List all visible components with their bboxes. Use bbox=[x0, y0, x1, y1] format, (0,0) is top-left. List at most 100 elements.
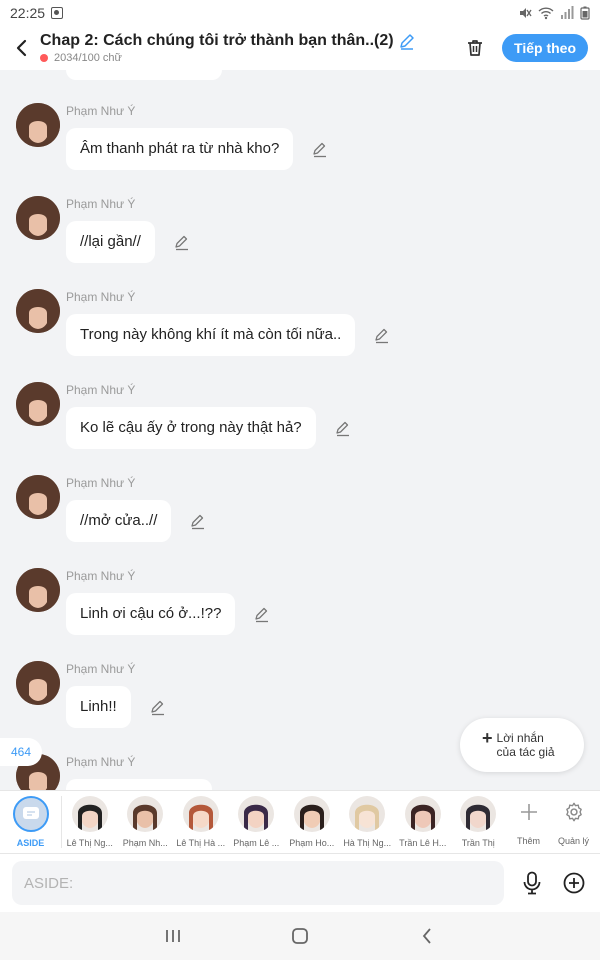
character-item[interactable]: Phạm Lê ... bbox=[229, 796, 285, 848]
sender-name: Phạm Như Ý bbox=[66, 755, 136, 769]
manage-label: Quản lý bbox=[557, 836, 590, 846]
chat-bubble-icon bbox=[22, 807, 39, 819]
chat-message: Phạm Như Ý //lại gần// bbox=[0, 196, 600, 289]
manage-button[interactable]: Quản lý bbox=[551, 796, 596, 846]
character-name: Trần Thị bbox=[461, 838, 495, 848]
chat-message: Phạm Như Ý Ko lẽ cậu ấy ở trong này thật… bbox=[0, 382, 600, 475]
pencil-icon bbox=[313, 142, 327, 158]
message-counter: 464 bbox=[0, 738, 42, 766]
sender-name: Phạm Như Ý bbox=[66, 383, 136, 397]
edit-message-button[interactable] bbox=[311, 140, 329, 158]
input-bar bbox=[0, 854, 600, 912]
edit-message-button[interactable] bbox=[373, 326, 391, 344]
mute-icon bbox=[520, 8, 532, 18]
edit-message-button[interactable] bbox=[334, 419, 352, 437]
character-item[interactable]: Trần Lê H... bbox=[395, 796, 451, 848]
plus-circle-icon bbox=[563, 872, 585, 894]
word-count: 2034/100 chữ bbox=[54, 52, 122, 64]
add-character-label: Thêm bbox=[516, 836, 540, 846]
system-back-button[interactable] bbox=[407, 916, 447, 956]
pencil-icon bbox=[191, 514, 205, 530]
pencil-icon bbox=[255, 607, 269, 623]
character-item[interactable]: Lê Thị Hà ... bbox=[173, 796, 229, 848]
message-bubble[interactable]: Linh!! bbox=[66, 686, 131, 728]
message-bubble[interactable]: Ko lẽ cậu ấy ở trong này thật hả? bbox=[66, 407, 316, 449]
edit-message-button[interactable] bbox=[189, 512, 207, 530]
wifi-icon bbox=[538, 7, 554, 20]
recent-apps-button[interactable] bbox=[153, 916, 193, 956]
character-item[interactable]: Trần Thị bbox=[451, 796, 507, 848]
message-bubble[interactable]: Trong này không khí ít mà còn tối nữa.. bbox=[66, 314, 356, 356]
avatar bbox=[238, 796, 275, 832]
sender-name: Phạm Như Ý bbox=[66, 197, 136, 211]
chat-area[interactable]: Phạm Như Ý Âm thanh phát ra từ nhà kho? … bbox=[0, 70, 600, 790]
status-icons bbox=[518, 6, 590, 20]
pencil-icon bbox=[175, 235, 188, 251]
edit-message-button[interactable] bbox=[253, 605, 271, 623]
status-time: 22:25 bbox=[10, 5, 46, 21]
battery-icon bbox=[580, 6, 590, 20]
chevron-left-icon bbox=[16, 39, 27, 57]
avatar[interactable] bbox=[16, 103, 60, 147]
app-header: Chap 2: Cách chúng tôi trở thành bạn thâ… bbox=[0, 26, 600, 70]
aside-input[interactable] bbox=[12, 861, 504, 905]
message-bubble[interactable]: //lại gần// bbox=[66, 221, 155, 263]
author-note-label-1: Lời nhắn bbox=[496, 731, 544, 745]
chat-message: Phạm Như Ý Trong này không khí ít mà còn… bbox=[0, 289, 600, 382]
avatar bbox=[293, 796, 330, 832]
edit-title-button[interactable] bbox=[398, 32, 416, 50]
character-name: Lê Thị Hà ... bbox=[176, 838, 226, 848]
character-name: Phạm Nh... bbox=[122, 838, 168, 848]
sender-name: Phạm Như Ý bbox=[66, 569, 136, 583]
avatar[interactable] bbox=[16, 289, 60, 333]
character-name: Trần Lê H... bbox=[399, 838, 447, 848]
author-note-label-2: của tác giả bbox=[496, 745, 555, 759]
message-bubble[interactable]: //mở cửa..// bbox=[66, 500, 172, 542]
pencil-icon bbox=[151, 700, 164, 716]
recent-apps-icon bbox=[166, 930, 181, 942]
plus-icon: + bbox=[482, 727, 493, 748]
character-item[interactable]: Lê Thị Ng... bbox=[62, 796, 118, 848]
next-button[interactable]: Tiếp theo bbox=[502, 34, 588, 62]
avatar[interactable] bbox=[16, 475, 60, 519]
chat-message: Phạm Như Ý Âm thanh phát ra từ nhà kho? bbox=[0, 103, 600, 196]
add-character-button[interactable]: Thêm bbox=[506, 796, 551, 846]
character-name: Phạm Ho... bbox=[289, 838, 335, 848]
pencil-icon bbox=[375, 328, 389, 344]
sender-name: Phạm Như Ý bbox=[66, 476, 136, 490]
avatar bbox=[71, 796, 108, 832]
character-item[interactable]: Phạm Nh... bbox=[118, 796, 174, 848]
avatar[interactable] bbox=[16, 382, 60, 426]
character-name: Phạm Lê ... bbox=[233, 838, 280, 848]
sender-name: Phạm Như Ý bbox=[66, 104, 136, 118]
chapter-title-box: Chap 2: Cách chúng tôi trở thành bạn thâ… bbox=[40, 32, 448, 64]
aside-label: ASIDE bbox=[16, 838, 45, 848]
avatar[interactable] bbox=[16, 196, 60, 240]
pencil-icon bbox=[399, 34, 414, 50]
chapter-title: Chap 2: Cách chúng tôi trở thành bạn thâ… bbox=[40, 32, 394, 49]
edit-message-button[interactable] bbox=[149, 698, 167, 716]
delete-button[interactable] bbox=[462, 35, 488, 61]
author-note-button[interactable]: + Lời nhắn của tác giả bbox=[460, 718, 584, 772]
microphone-button[interactable] bbox=[518, 869, 546, 897]
microphone-icon bbox=[523, 871, 541, 895]
character-name: Lê Thị Ng... bbox=[66, 838, 113, 848]
previous-message-bubble bbox=[66, 70, 222, 80]
avatar[interactable] bbox=[16, 661, 60, 705]
message-bubble[interactable] bbox=[66, 779, 212, 790]
system-nav-bar bbox=[0, 912, 600, 960]
edit-message-button[interactable] bbox=[173, 233, 191, 251]
message-bubble[interactable]: Âm thanh phát ra từ nhà kho? bbox=[66, 128, 294, 170]
aside-selector[interactable]: ASIDE bbox=[0, 796, 62, 848]
aside-icon-circle bbox=[12, 796, 49, 832]
chapter-title-row: Chap 2: Cách chúng tôi trở thành bạn thâ… bbox=[40, 32, 448, 50]
word-count-icon bbox=[40, 54, 48, 62]
character-name: Hà Thị Ng... bbox=[343, 838, 392, 848]
message-bubble[interactable]: Linh ơi cậu có ở...!?? bbox=[66, 593, 236, 635]
home-button[interactable] bbox=[280, 916, 320, 956]
avatar[interactable] bbox=[16, 568, 60, 612]
back-button[interactable] bbox=[10, 33, 32, 63]
character-item[interactable]: Phạm Ho... bbox=[284, 796, 340, 848]
add-content-button[interactable] bbox=[560, 869, 588, 897]
character-item[interactable]: Hà Thị Ng... bbox=[340, 796, 396, 848]
